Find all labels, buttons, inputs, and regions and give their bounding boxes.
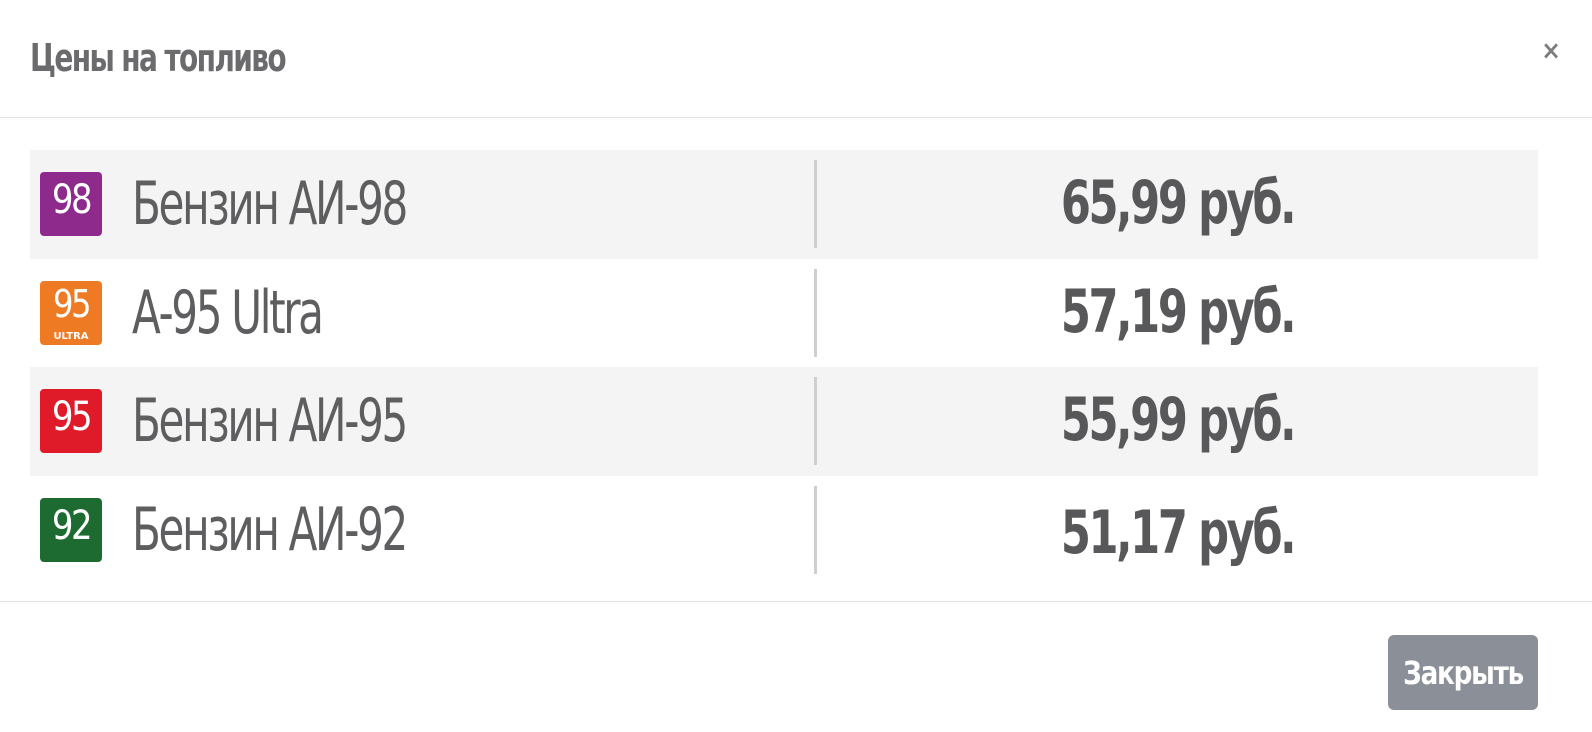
column-divider	[814, 377, 817, 465]
modal-footer: Закрыть	[0, 601, 1592, 732]
column-divider	[814, 485, 817, 574]
fuel-row-ai98: 98 Бензин АИ-98 65,99 руб.	[30, 150, 1538, 259]
fuel-badge-95-icon: 95	[40, 389, 102, 453]
modal-title: Цены на топливо	[30, 36, 287, 80]
fuel-badge-92-icon: 92	[40, 497, 102, 562]
column-divider	[814, 160, 817, 248]
modal-header: Цены на топливо ×	[0, 0, 1592, 118]
fuel-badge-subtitle: ULTRA	[53, 330, 89, 342]
fuel-row-a95-ultra: 95 ULTRA А-95 Ultra 57,19 руб.	[30, 259, 1538, 368]
fuel-name: Бензин АИ-98	[132, 169, 408, 239]
fuel-name: А-95 Ultra	[132, 277, 324, 348]
fuel-price: 65,99 руб.	[1060, 168, 1297, 238]
fuel-badge-98-icon: 98	[40, 172, 102, 236]
fuel-price-table: 98 Бензин АИ-98 65,99 руб. 95 ULTRA А-95…	[30, 150, 1538, 584]
column-divider	[814, 268, 817, 357]
fuel-badge-number: 95	[51, 394, 93, 440]
fuel-badge-number: 92	[51, 502, 93, 549]
fuel-price: 55,99 руб.	[1060, 385, 1297, 455]
fuel-name: Бензин АИ-95	[132, 386, 408, 456]
fuel-badge-number: 95	[52, 281, 92, 326]
fuel-name: Бензин АИ-92	[132, 494, 408, 565]
fuel-badge-95-ultra-icon: 95 ULTRA	[40, 280, 102, 345]
fuel-row-ai95: 95 Бензин АИ-95 55,99 руб.	[30, 367, 1538, 476]
fuel-badge-number: 98	[51, 177, 93, 223]
fuel-price: 51,17 руб.	[1060, 497, 1297, 568]
close-icon[interactable]: ×	[1536, 36, 1566, 66]
fuel-prices-modal: Цены на топливо × 98 Бензин АИ-98 65,99 …	[0, 0, 1592, 732]
close-button-label: Закрыть	[1403, 653, 1524, 692]
close-button[interactable]: Закрыть	[1388, 635, 1538, 710]
fuel-row-ai92: 92 Бензин АИ-92 51,17 руб.	[30, 476, 1538, 584]
fuel-price: 57,19 руб.	[1060, 276, 1297, 347]
